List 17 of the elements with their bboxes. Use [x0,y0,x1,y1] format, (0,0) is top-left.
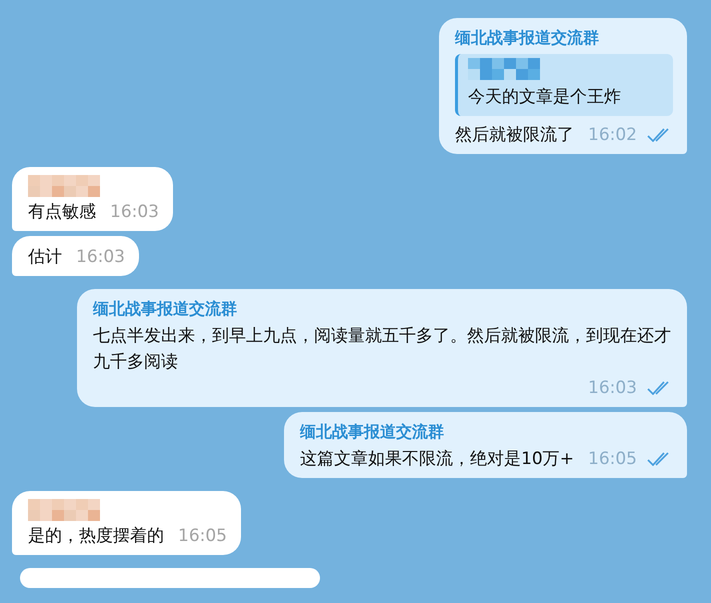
message-text: 然后就被限流了 [455,124,574,147]
message-text: 是的，热度摆着的 [28,525,164,548]
quoted-text: 今天的文章是个王炸 [468,86,622,109]
message-text: 这篇文章如果不限流，绝对是10万+ [300,448,574,471]
sender-name: 缅北战事报道交流群 [300,421,446,443]
sender-name: 缅北战事报道交流群 [455,27,600,49]
reply-quote[interactable]: 今天的文章是个王炸 [455,54,673,116]
message-time: 16:05 [178,525,227,548]
message-time: 16:03 [588,377,637,400]
message-time: 16:05 [588,448,637,471]
message-time: 16:03 [110,201,159,224]
message-text: 估计 [28,246,62,269]
sender-name: 缅北战事报道交流群 [93,298,238,320]
message-text: 七点半发出来，到早上九点，阅读量就五千多了。然后就被限流，到现在还才九千多阅读 [93,325,672,374]
message-time: 16:02 [588,124,637,147]
message-time: 16:03 [76,246,125,269]
message-text: 有点敏感 [28,201,96,224]
